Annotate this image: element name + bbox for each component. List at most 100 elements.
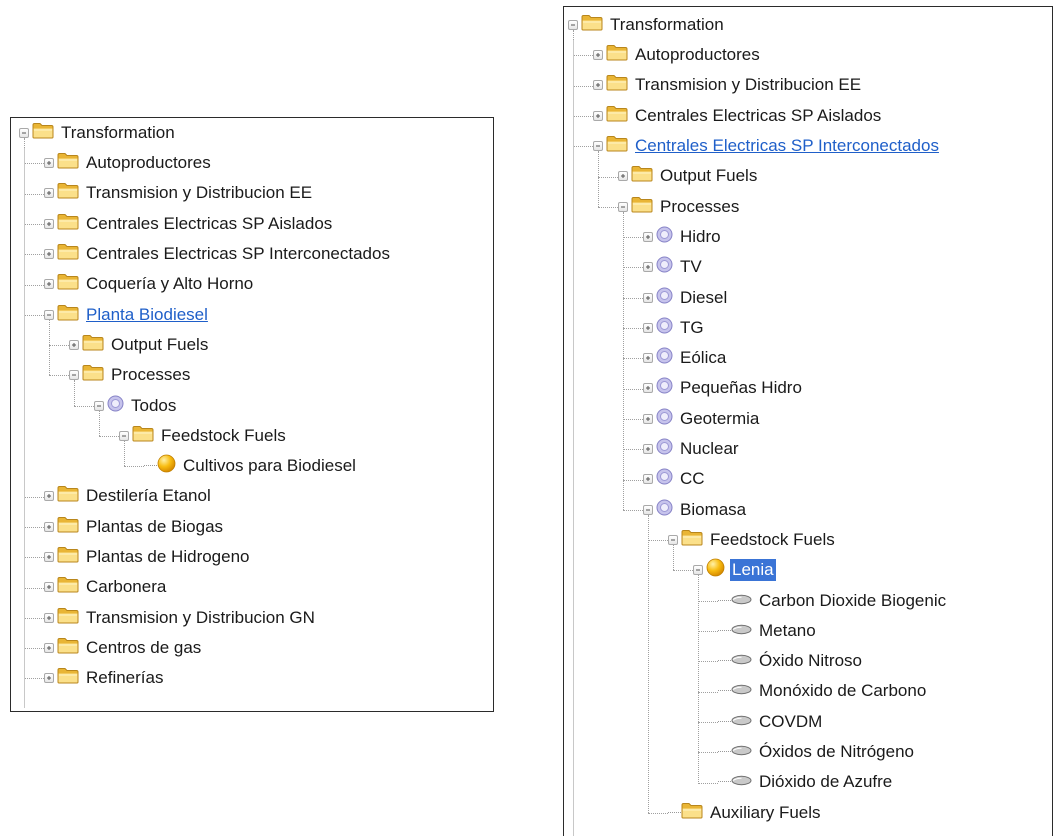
tree-node-cc[interactable]: CC	[643, 464, 707, 494]
tree-node-label[interactable]: Todos	[129, 395, 178, 417]
expand-plus-icon[interactable]	[44, 279, 54, 290]
tree-node-pequenas-hidro[interactable]: Pequeñas Hidro	[643, 373, 804, 403]
tree-node-label[interactable]: Cultivos para Biodiesel	[181, 455, 358, 477]
tree-node-label[interactable]: Transmision y Distribucion GN	[84, 607, 317, 629]
tree-node-label[interactable]: Output Fuels	[109, 334, 210, 356]
tree-node-label[interactable]: Centrales Electricas SP Aislados	[633, 105, 883, 127]
tree-node-centrales-electricas-sp-interconectados[interactable]: Centrales Electricas SP Interconectados	[44, 239, 392, 269]
tree-node-todos[interactable]: Todos	[94, 391, 178, 421]
tree-node-feedstock-fuels[interactable]: Feedstock Fuels	[119, 421, 288, 451]
tree-node-biomasa[interactable]: Biomasa	[643, 495, 748, 525]
tree-node-label[interactable]: Destilería Etanol	[84, 485, 213, 507]
expand-plus-icon[interactable]	[44, 521, 54, 532]
collapse-minus-icon[interactable]	[94, 400, 104, 411]
tree-node-diesel[interactable]: Diesel	[643, 283, 729, 313]
tree-node-nuclear[interactable]: Nuclear	[643, 434, 741, 464]
expand-plus-icon[interactable]	[643, 231, 653, 242]
expand-plus-icon[interactable]	[44, 491, 54, 502]
expand-plus-icon[interactable]	[643, 444, 653, 455]
expand-plus-icon[interactable]	[44, 158, 54, 169]
tree-node-label[interactable]: Plantas de Hidrogeno	[84, 546, 252, 568]
tree-node-transmision-y-distribucion-ee[interactable]: Transmision y Distribucion EE	[593, 70, 863, 100]
collapse-minus-icon[interactable]	[44, 309, 54, 320]
tree-node-processes[interactable]: Processes	[69, 360, 192, 390]
tree-node-label[interactable]: Feedstock Fuels	[159, 425, 288, 447]
tree-node-destileria-etanol[interactable]: Destilería Etanol	[44, 481, 213, 511]
expand-plus-icon[interactable]	[643, 322, 653, 333]
tree-node-label[interactable]: Output Fuels	[658, 165, 759, 187]
tree-node-label[interactable]: Centros de gas	[84, 637, 203, 659]
tree-node-label[interactable]: Plantas de Biogas	[84, 516, 225, 538]
tree-node-eolica[interactable]: Eólica	[643, 343, 728, 373]
collapse-minus-icon[interactable]	[643, 504, 653, 515]
tree-node-label[interactable]: Hidro	[678, 226, 723, 248]
tree-node-transformation[interactable]: Transformation	[19, 118, 177, 148]
tree-node-label[interactable]: TV	[678, 256, 704, 278]
tree-node-planta-biodiesel[interactable]: Planta Biodiesel	[44, 300, 210, 330]
tree-node-label[interactable]: Metano	[757, 620, 818, 642]
tree-node-label[interactable]: Autoproductores	[633, 44, 762, 66]
tree-node-cultivos-para-biodiesel[interactable]: Cultivos para Biodiesel	[144, 451, 358, 481]
tree-node-transformation[interactable]: Transformation	[568, 10, 726, 40]
tree-node-transmision-y-distribucion-ee[interactable]: Transmision y Distribucion EE	[44, 178, 314, 208]
tree-node-label[interactable]: Autoproductores	[84, 152, 213, 174]
expand-plus-icon[interactable]	[593, 110, 603, 121]
tree-node-refinerias[interactable]: Refinerías	[44, 663, 165, 693]
collapse-minus-icon[interactable]	[568, 19, 578, 30]
collapse-minus-icon[interactable]	[593, 141, 603, 152]
tree-node-output-fuels[interactable]: Output Fuels	[69, 330, 210, 360]
tree-node-plantas-de-biogas[interactable]: Plantas de Biogas	[44, 512, 225, 542]
expand-plus-icon[interactable]	[643, 292, 653, 303]
tree-node-centrales-electricas-sp-aislados[interactable]: Centrales Electricas SP Aislados	[593, 101, 883, 131]
collapse-minus-icon[interactable]	[69, 370, 79, 381]
tree-node-oxido-nitroso[interactable]: Óxido Nitroso	[718, 646, 864, 676]
tree-node-tg[interactable]: TG	[643, 313, 706, 343]
tree-node-label[interactable]: Monóxido de Carbono	[757, 680, 928, 702]
tree-node-label[interactable]: Eólica	[678, 347, 728, 369]
tree-node-label[interactable]: Feedstock Fuels	[708, 529, 837, 551]
tree-node-dioxido-de-azufre[interactable]: Dióxido de Azufre	[718, 767, 894, 797]
tree-node-tv[interactable]: TV	[643, 252, 704, 282]
expand-plus-icon[interactable]	[44, 552, 54, 563]
expand-plus-icon[interactable]	[593, 80, 603, 91]
collapse-minus-icon[interactable]	[618, 201, 628, 212]
tree-node-auxiliary-fuels[interactable]: Auxiliary Fuels	[668, 798, 823, 828]
tree-node-label[interactable]: Processes	[658, 196, 741, 218]
expand-plus-icon[interactable]	[44, 218, 54, 229]
tree-node-label[interactable]: Transmision y Distribucion EE	[84, 182, 314, 204]
tree-node-carbon-dioxide-biogenic[interactable]: Carbon Dioxide Biogenic	[718, 586, 948, 616]
tree-node-monoxido-de-carbono[interactable]: Monóxido de Carbono	[718, 676, 928, 706]
tree-node-autoproductores[interactable]: Autoproductores	[593, 40, 762, 70]
tree-node-label[interactable]: Centrales Electricas SP Aislados	[84, 213, 334, 235]
tree-node-label[interactable]: Lenia	[730, 559, 776, 582]
collapse-minus-icon[interactable]	[668, 534, 678, 545]
tree-node-hidro[interactable]: Hidro	[643, 222, 723, 252]
tree-node-label[interactable]: Refinerías	[84, 667, 165, 689]
expand-plus-icon[interactable]	[643, 474, 653, 485]
tree-node-metano[interactable]: Metano	[718, 616, 818, 646]
expand-plus-icon[interactable]	[44, 188, 54, 199]
tree-node-centrales-electricas-sp-aislados[interactable]: Centrales Electricas SP Aislados	[44, 209, 334, 239]
tree-node-centrales-electricas-sp-interconectados[interactable]: Centrales Electricas SP Interconectados	[593, 131, 941, 161]
tree-node-label[interactable]: CC	[678, 468, 707, 490]
expand-plus-icon[interactable]	[44, 673, 54, 684]
expand-plus-icon[interactable]	[643, 383, 653, 394]
expand-plus-icon[interactable]	[593, 50, 603, 61]
tree-node-label[interactable]: Transformation	[608, 14, 726, 36]
tree-node-covdm[interactable]: COVDM	[718, 707, 824, 737]
tree-node-label[interactable]: Centrales Electricas SP Interconectados	[633, 135, 941, 157]
tree-node-oxidos-de-nitrogeno[interactable]: Óxidos de Nitrógeno	[718, 737, 916, 767]
tree-node-label[interactable]: Transformation	[59, 122, 177, 144]
tree-node-carbonera[interactable]: Carbonera	[44, 572, 168, 602]
tree-node-label[interactable]: Carbon Dioxide Biogenic	[757, 590, 948, 612]
collapse-minus-icon[interactable]	[19, 127, 29, 138]
tree-node-label[interactable]: Óxidos de Nitrógeno	[757, 741, 916, 763]
tree-node-label[interactable]: Processes	[109, 364, 192, 386]
tree-node-label[interactable]: Geotermia	[678, 408, 761, 430]
tree-node-processes[interactable]: Processes	[618, 192, 741, 222]
tree-node-label[interactable]: Centrales Electricas SP Interconectados	[84, 243, 392, 265]
expand-plus-icon[interactable]	[69, 339, 79, 350]
expand-plus-icon[interactable]	[44, 612, 54, 623]
collapse-minus-icon[interactable]	[693, 565, 703, 576]
expand-plus-icon[interactable]	[44, 582, 54, 593]
